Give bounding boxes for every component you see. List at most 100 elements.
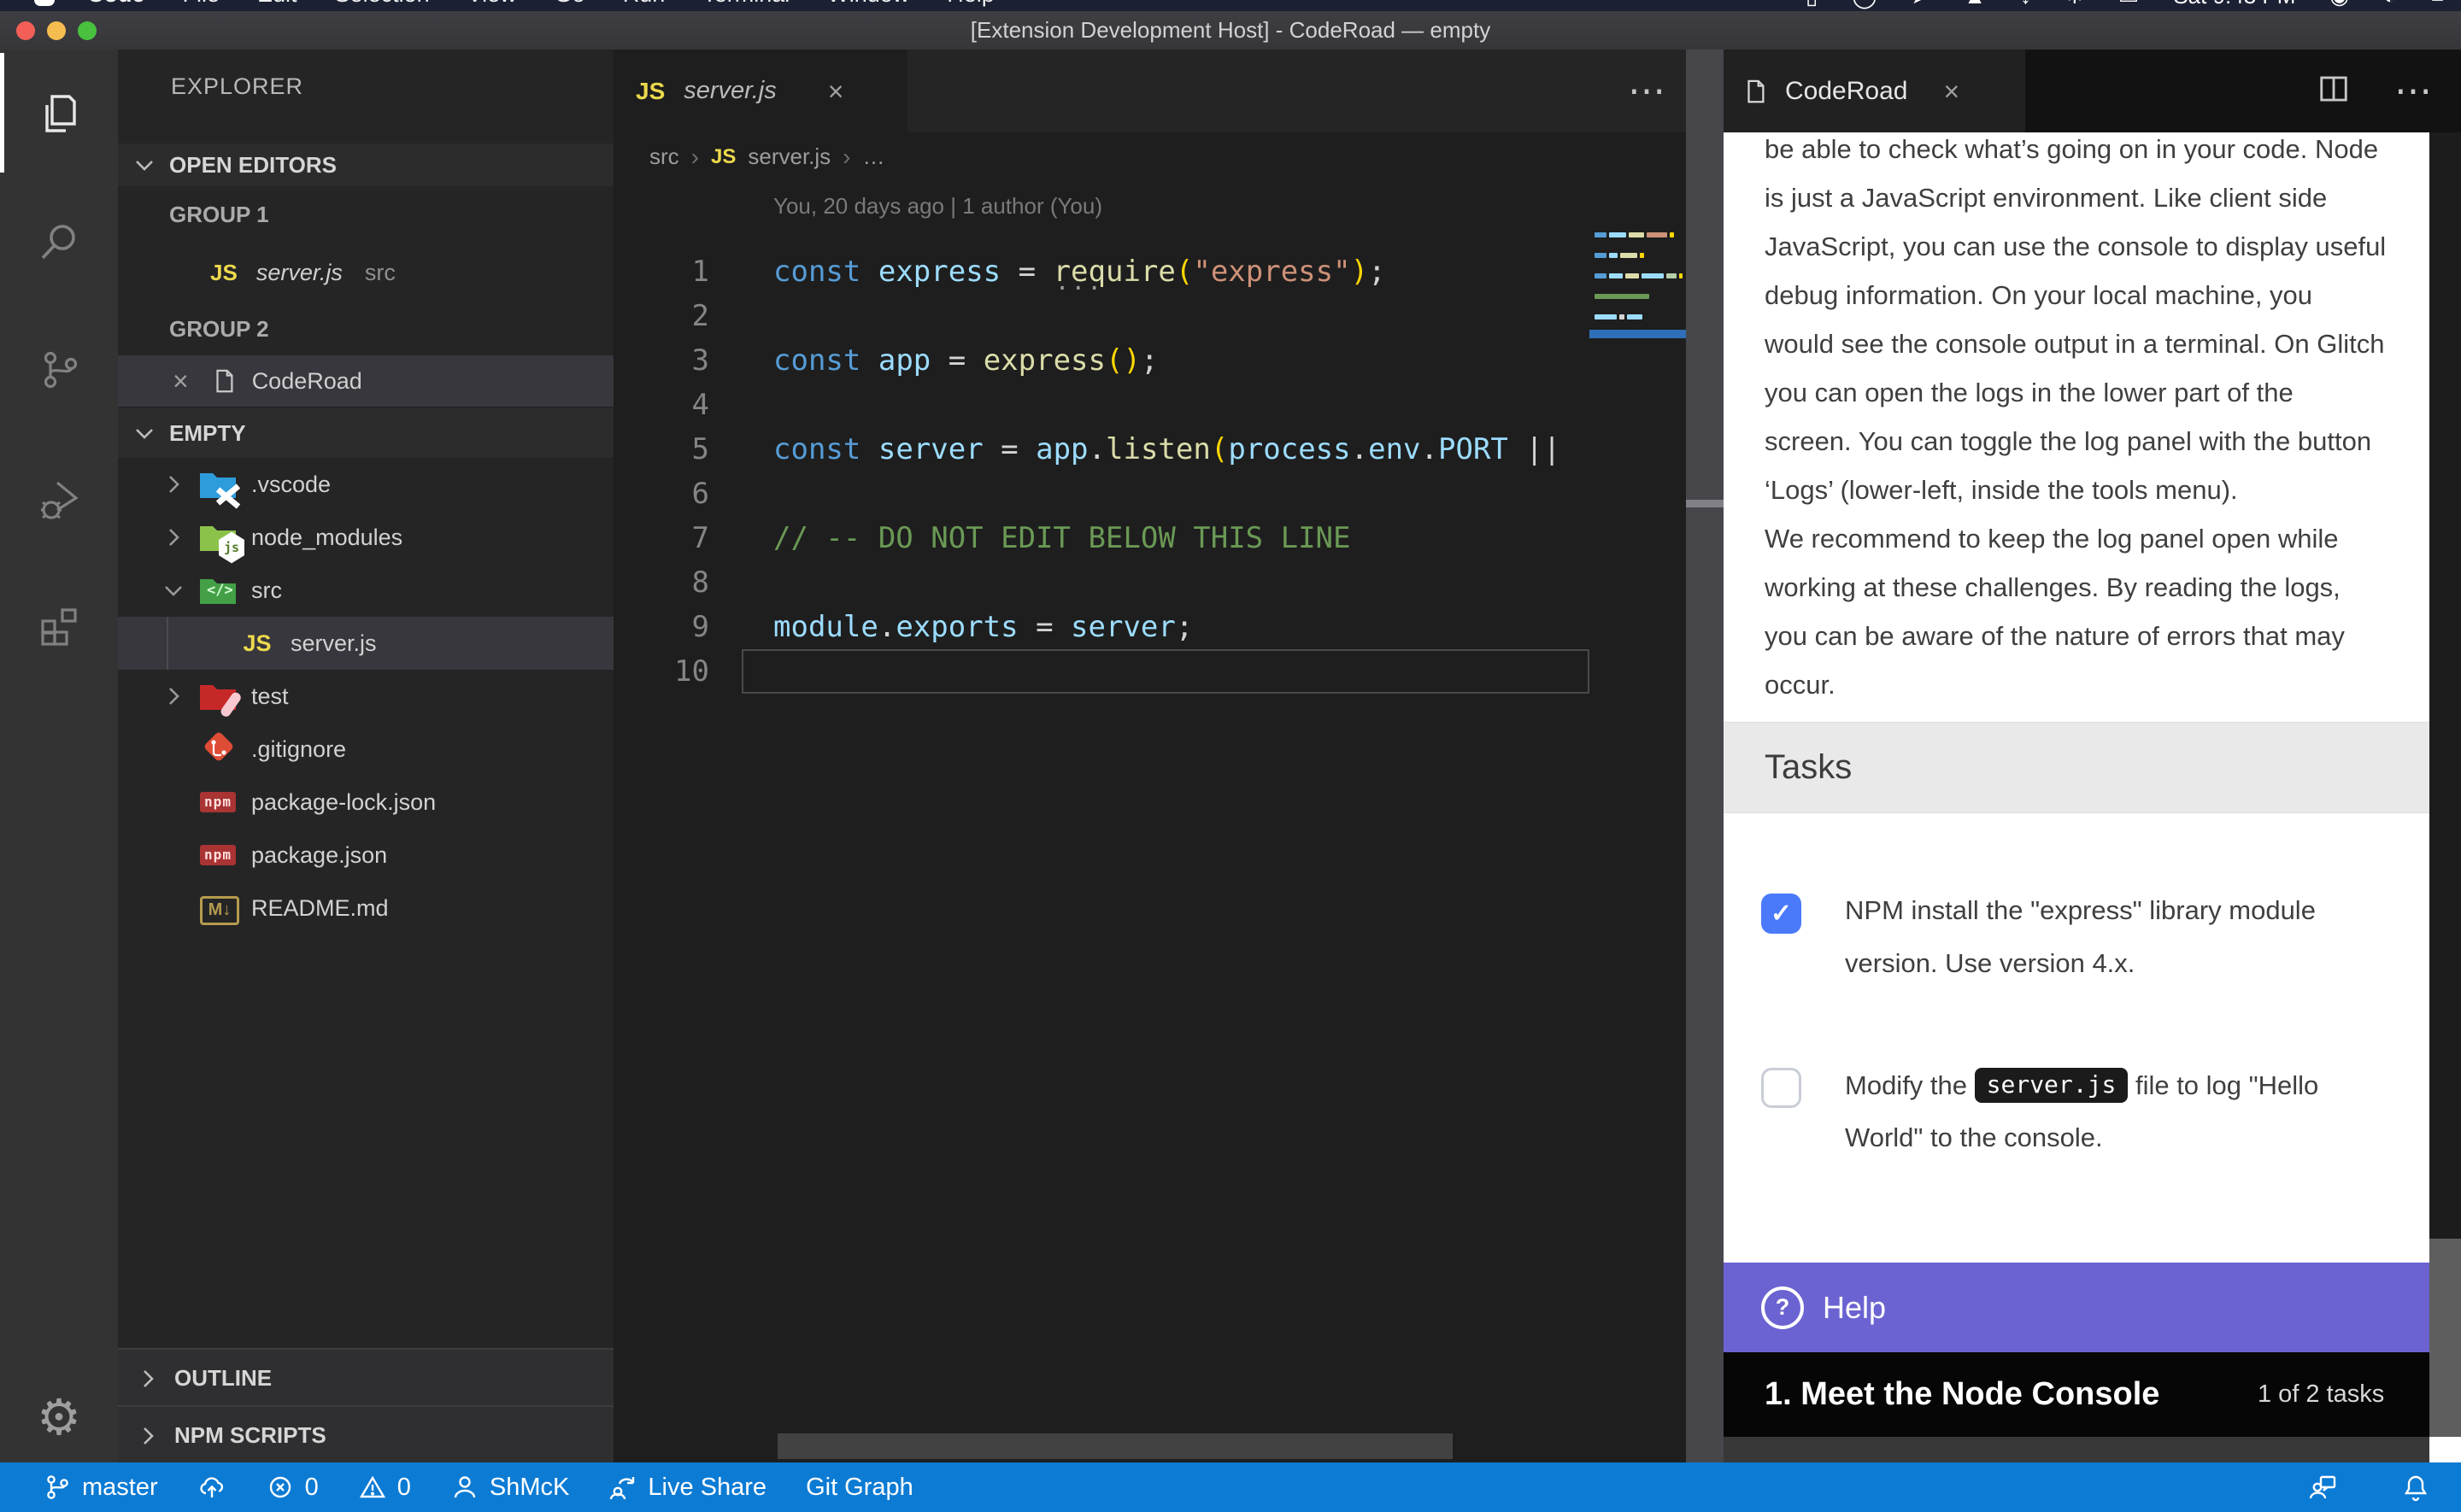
status-git-graph[interactable]: Git Graph	[806, 1474, 913, 1502]
status-cloud-upload[interactable]	[197, 1473, 226, 1502]
workspace-folder-header[interactable]: EMPTY	[118, 408, 614, 458]
code-line-4[interactable]: 4	[614, 383, 1686, 427]
chevron-separator: ›	[691, 144, 699, 171]
code-line-7[interactable]: 7// -- DO NOT EDIT BELOW THIS LINE	[614, 516, 1686, 560]
code-line-6[interactable]: 6	[614, 472, 1686, 516]
lesson-paragraph-line: you can be aware of the nature of errors…	[1765, 621, 2345, 652]
lesson-footer[interactable]: 1. Meet the Node Console 1 of 2 tasks	[1724, 1352, 2461, 1437]
vscode-window: Code File Edit Selection View Go Run Terminal Wi…	[0, 0, 2461, 1512]
npm-icon: npm	[198, 838, 238, 872]
code-line-1[interactable]: 1const express = require("express");	[614, 249, 1686, 294]
code-line-3[interactable]: 3const app = express();	[614, 338, 1686, 383]
menu-status-icon[interactable]: ▭	[2118, 0, 2140, 9]
tree-item-test[interactable]: test	[118, 670, 614, 723]
status-master[interactable]: master	[43, 1473, 158, 1502]
tree-item-src[interactable]: </>src	[118, 564, 614, 617]
line-number: 3	[614, 338, 709, 383]
menu-status-icon[interactable]: ↕	[2020, 0, 2031, 9]
webview-scrollbar-thumb[interactable]	[2429, 132, 2461, 1239]
settings-gear-icon[interactable]: ⚙	[0, 1392, 118, 1444]
breadcrumb[interactable]: src › JS server.js › …	[649, 132, 885, 181]
task-text: Modify the server.js file to log "Hello	[1845, 1070, 2318, 1105]
divider-handle[interactable]	[1686, 500, 1724, 507]
menu-status-icon[interactable]: ◐	[2383, 0, 2397, 9]
tab-server-js[interactable]: JS server.js ×	[614, 50, 907, 132]
editor-panel-divider[interactable]	[1686, 50, 1724, 1462]
activity-run-debug-icon[interactable]	[0, 434, 118, 562]
code-line-10[interactable]: 10	[614, 649, 1686, 694]
tree-item-package-json[interactable]: npmpackage.json	[118, 829, 614, 882]
split-editor-icon[interactable]	[2317, 73, 2350, 109]
activity-source-control-icon[interactable]	[0, 306, 118, 434]
horizontal-scrollbar[interactable]	[778, 1433, 1453, 1459]
npm-scripts-section-header[interactable]: NPM SCRIPTS	[118, 1405, 614, 1462]
menu-clock[interactable]: Sat 9:43 PM	[2173, 0, 2295, 9]
tree-item--vscode[interactable]: .vscode	[118, 458, 614, 511]
open-editors-header[interactable]: OPEN EDITORS	[118, 144, 614, 186]
help-bar[interactable]: ? Help	[1724, 1263, 2461, 1352]
menu-status-icon[interactable]: ≡	[2431, 0, 2444, 9]
code-line-5[interactable]: 5const server = app.listen(process.env.P…	[614, 427, 1686, 472]
menu-status-icon[interactable]: ◉	[2329, 0, 2349, 9]
status-0[interactable]: 0	[266, 1473, 319, 1502]
menu-status-icon[interactable]: ∗	[2065, 0, 2084, 9]
apple-menu-icon[interactable]	[34, 0, 55, 6]
menu-file[interactable]: File	[183, 0, 220, 7]
close-tab-icon[interactable]: ×	[828, 79, 844, 104]
tree-item-node-modules[interactable]: jsnode_modules	[118, 511, 614, 564]
active-indicator	[0, 53, 4, 173]
menu-view[interactable]: View	[467, 0, 517, 7]
menu-run[interactable]: Run	[623, 0, 666, 7]
close-editor-icon[interactable]: ×	[173, 368, 189, 394]
menu-window[interactable]: Window	[827, 0, 909, 7]
tree-item-package-lock-json[interactable]: npmpackage-lock.json	[118, 776, 614, 829]
activity-search-icon[interactable]	[0, 178, 118, 306]
code-editor[interactable]: 1const express = require("express");23co…	[614, 249, 1686, 694]
status-live-share[interactable]: Live Share	[608, 1473, 766, 1502]
lesson-paragraph-line: be able to check what’s going on in your…	[1765, 134, 2378, 165]
menu-status-icon[interactable]: ▲	[1964, 0, 1986, 9]
testfolder-icon	[198, 679, 238, 713]
editor-more-actions-button[interactable]: ⋯	[1628, 50, 1665, 132]
code-line-9[interactable]: 9module.exports = server;	[614, 605, 1686, 649]
webview-scrollbar[interactable]	[2429, 132, 2461, 1437]
task-text: version. Use version 4.x.	[1845, 948, 2135, 979]
more-actions-icon[interactable]: ⋯	[2394, 69, 2432, 113]
menu-terminal[interactable]: Terminal	[702, 0, 790, 7]
tree-item-label: .gitignore	[251, 736, 346, 763]
open-editor-server-js[interactable]: JS server.js src	[118, 248, 614, 297]
tree-item-server-js[interactable]: JSserver.js	[118, 617, 614, 670]
status-feedback-icon[interactable]	[2309, 1473, 2338, 1502]
tree-item-readme-md[interactable]: M↓README.md	[118, 882, 614, 935]
status-shmck[interactable]: ShMcK	[450, 1473, 569, 1502]
window-title-bar[interactable]: [Extension Development Host] - CodeRoad …	[0, 11, 2461, 50]
code-line-8[interactable]: 8	[614, 560, 1686, 605]
tree-item--gitignore[interactable]: .gitignore	[118, 723, 614, 776]
code-line-2[interactable]: 2	[614, 294, 1686, 338]
gitlens-blame-annotation[interactable]: You, 20 days ago | 1 author (You)	[773, 193, 1102, 220]
close-tab-icon[interactable]: ×	[1943, 79, 1959, 104]
task-checkbox-2[interactable]	[1761, 1068, 1801, 1108]
minimap[interactable]	[1589, 183, 1686, 1462]
breadcrumb-file[interactable]: server.js	[748, 144, 831, 170]
breadcrumb-more[interactable]: …	[863, 144, 885, 170]
activity-extensions-icon[interactable]	[0, 562, 118, 690]
line-number: 8	[614, 560, 709, 605]
breadcrumb-src[interactable]: src	[649, 144, 679, 170]
tab-coderoad[interactable]: CodeRoad ×	[1724, 50, 2025, 132]
task-checkbox-1[interactable]: ✓	[1761, 894, 1801, 934]
menu-go[interactable]: Go	[555, 0, 585, 7]
menu-code[interactable]: Code	[87, 0, 145, 7]
activity-files-icon[interactable]	[0, 50, 118, 178]
status-bell-icon[interactable]	[2401, 1473, 2430, 1502]
menu-selection[interactable]: Selection	[335, 0, 430, 7]
open-editor-coderoad[interactable]: × CodeRoad	[118, 355, 614, 407]
menu-help[interactable]: Help	[947, 0, 995, 7]
menu-status-icon[interactable]: ◯	[1852, 0, 1877, 9]
status-0[interactable]: 0	[358, 1473, 411, 1502]
menu-status-icon[interactable]: ➤	[1911, 0, 1929, 9]
outline-section-header[interactable]: OUTLINE	[118, 1348, 614, 1407]
lesson-paragraph-line: you can open the logs in the lower part …	[1765, 378, 2294, 408]
menu-edit[interactable]: Edit	[257, 0, 297, 7]
menu-status-icon[interactable]: ▯	[1806, 0, 1818, 9]
